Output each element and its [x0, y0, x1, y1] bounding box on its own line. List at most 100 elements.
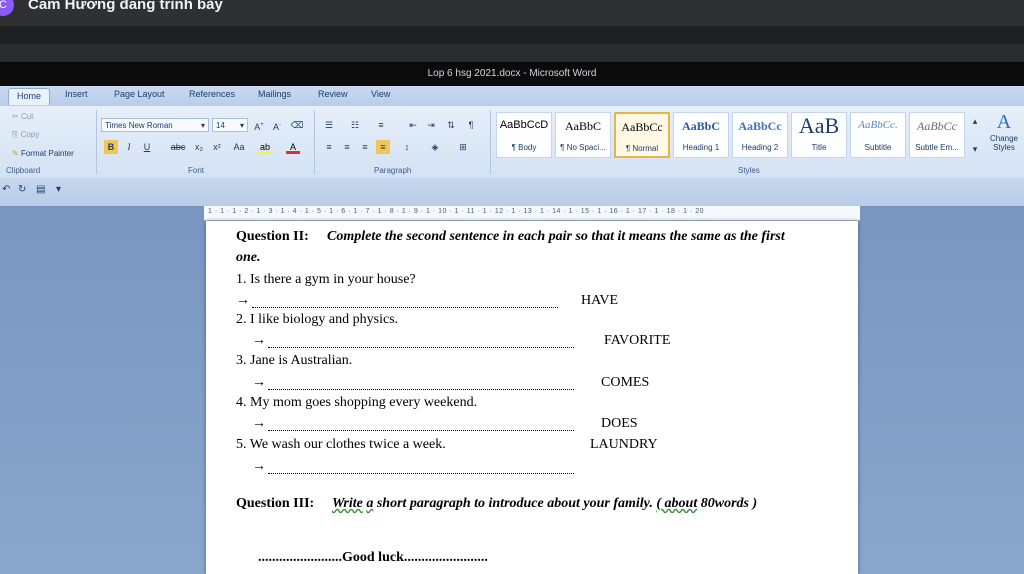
cut-button[interactable]: ✂ Cut [12, 112, 33, 121]
align-right-icon[interactable]: ≡ [358, 140, 372, 154]
item-3-arrow: → [252, 375, 266, 390]
item-2-keyword: FAVORITE [604, 333, 671, 348]
item-3-sentence: 3. Jane is Australian. [236, 353, 353, 368]
quick-access-toolbar: ↶ ↻ ▤ ▾ [0, 178, 1024, 206]
print-icon[interactable]: ▤ [36, 184, 45, 195]
chevron-down-icon: ▾ [239, 121, 244, 130]
sort-icon[interactable]: ⇅ [444, 118, 458, 132]
item-1-arrow: → [236, 293, 250, 308]
font-name-select[interactable]: Times New Roman ▾ [101, 118, 209, 132]
style-title[interactable]: AaB Title [791, 112, 847, 158]
font-color-icon[interactable]: A [286, 140, 300, 154]
style-heading-1[interactable]: AaBbC Heading 1 [673, 112, 729, 158]
shading-icon[interactable]: ◈ [428, 140, 442, 154]
tab-home[interactable]: Home [8, 88, 51, 105]
italic-icon[interactable]: I [122, 140, 136, 154]
justify-icon[interactable]: ≡ [376, 140, 390, 154]
align-center-icon[interactable]: ≡ [340, 140, 354, 154]
title-bar: Lop 6 hsg 2021.docx - Microsoft Word [0, 62, 1024, 86]
chevron-down-icon: ▾ [200, 121, 205, 130]
grow-font-icon[interactable]: A+ [252, 118, 266, 132]
paragraph-group-label: Paragraph [374, 166, 412, 175]
tab-review[interactable]: Review [318, 89, 348, 99]
item-4-sentence: 4. My mom goes shopping every weekend. [236, 395, 478, 410]
item-2-answer-line[interactable] [268, 347, 574, 348]
meeting-band-2 [0, 44, 1024, 62]
presenter-text: Cam Hương đang trình bày [28, 0, 223, 13]
presenter-avatar: C [0, 0, 14, 16]
style-subtitle[interactable]: AaBbCc. Subtitle [850, 112, 906, 158]
superscript-icon[interactable]: x² [210, 140, 224, 154]
pilcrow-icon[interactable]: ¶ [464, 118, 478, 132]
font-size-select[interactable]: 14 ▾ [212, 118, 248, 132]
borders-icon[interactable]: ⊞ [456, 140, 470, 154]
customize-qat-icon[interactable]: ▾ [56, 184, 61, 195]
q2-instruction: Complete the second sentence in each pai… [327, 229, 785, 244]
bullets-icon[interactable]: ☰ [322, 118, 336, 132]
tab-view[interactable]: View [371, 89, 390, 99]
ribbon: ✂ Cut ⎘ Copy ✎ Format Painter Clipboard … [0, 106, 1024, 179]
item-1-sentence: 1. Is there a gym in your house? [236, 272, 416, 287]
style-normal[interactable]: AaBbCc ¶ Normal [614, 112, 670, 158]
item-2-arrow: → [252, 333, 266, 348]
brush-icon: ✎ [12, 149, 19, 158]
tab-references[interactable]: References [189, 89, 235, 99]
ruler[interactable]: 1 · 1 · 1 · 2 · 1 · 3 · 1 · 4 · 1 · 5 · … [204, 206, 860, 221]
numbering-icon[interactable]: ☷ [348, 118, 362, 132]
q3-instruction: Write a short paragraph to introduce abo… [332, 496, 758, 511]
item-5-arrow: → [252, 459, 266, 474]
ruler-ticks: 1 · 1 · 1 · 2 · 1 · 3 · 1 · 4 · 1 · 5 · … [208, 208, 705, 215]
presenter-bar: C Cam Hương đang trình bày [0, 0, 1024, 26]
style-heading-2[interactable]: AaBbCc Heading 2 [732, 112, 788, 158]
styles-group-label: Styles [738, 166, 760, 175]
item-1-answer-line[interactable] [252, 307, 558, 308]
item-4-keyword: DOES [601, 416, 638, 431]
change-case-icon[interactable]: Aa [230, 140, 248, 154]
window-title: Lop 6 hsg 2021.docx - Microsoft Word [427, 68, 597, 79]
document-page[interactable]: Question II: Complete the second sentenc… [206, 221, 858, 574]
line-spacing-icon[interactable]: ↕ [400, 140, 414, 154]
styles-scroll-icon[interactable]: ▴ [968, 114, 982, 128]
align-left-icon[interactable]: ≡ [322, 140, 336, 154]
bold-icon[interactable]: B [104, 140, 118, 154]
style-no-spacing[interactable]: AaBbC ¶ No Spaci... [555, 112, 611, 158]
clipboard-group-label: Clipboard [6, 166, 41, 175]
item-3-keyword: COMES [601, 375, 650, 390]
shrink-font-icon[interactable]: A- [270, 118, 284, 132]
copy-button[interactable]: ⎘ Copy [12, 130, 39, 140]
item-3-answer-line[interactable] [268, 389, 574, 390]
underline-icon[interactable]: U [140, 140, 154, 154]
multilevel-list-icon[interactable]: ≡ [374, 118, 388, 132]
font-group-label: Font [188, 166, 205, 175]
style-body[interactable]: AaBbCcD ¶ Body [496, 112, 552, 158]
item-1-keyword: HAVE [581, 293, 619, 308]
undo-icon[interactable]: ↶ [2, 184, 10, 195]
tab-insert[interactable]: Insert [65, 89, 88, 99]
item-5-answer-line[interactable] [268, 473, 574, 474]
decrease-indent-icon[interactable]: ⇤ [406, 118, 420, 132]
styles-more-icon[interactable]: ▾ [968, 142, 982, 156]
q2-instruction-cont: one. [236, 250, 261, 265]
q2-label: Question II: [236, 229, 309, 244]
change-styles-icon: A [996, 111, 1012, 133]
item-4-arrow: → [252, 416, 266, 431]
tab-page-layout[interactable]: Page Layout [114, 89, 165, 99]
style-subtle-emphasis[interactable]: AaBbCc Subtle Em... [909, 112, 965, 158]
highlight-icon[interactable]: ab [258, 140, 272, 154]
ribbon-tabs: Home Insert Page Layout References Maili… [0, 86, 1024, 106]
item-2-sentence: 2. I like biology and physics. [236, 312, 399, 327]
change-styles-button[interactable]: A Change Styles [984, 110, 1024, 152]
item-4-answer-line[interactable] [268, 430, 574, 431]
tab-mailings[interactable]: Mailings [258, 89, 291, 99]
q3-label: Question III: [236, 496, 315, 511]
subscript-icon[interactable]: x₂ [192, 140, 206, 154]
increase-indent-icon[interactable]: ⇥ [424, 118, 438, 132]
redo-icon[interactable]: ↻ [18, 184, 26, 195]
format-painter-button[interactable]: ✎ Format Painter [12, 149, 74, 158]
strikethrough-icon[interactable]: abc [168, 140, 188, 154]
clear-format-icon[interactable]: ⌫ [290, 118, 304, 132]
item-5-sentence: 5. We wash our clothes twice a week. [236, 437, 446, 452]
item-5-keyword: LAUNDRY [590, 437, 658, 452]
meeting-band [0, 26, 1024, 44]
good-luck: ........................Good luck.......… [258, 550, 488, 565]
